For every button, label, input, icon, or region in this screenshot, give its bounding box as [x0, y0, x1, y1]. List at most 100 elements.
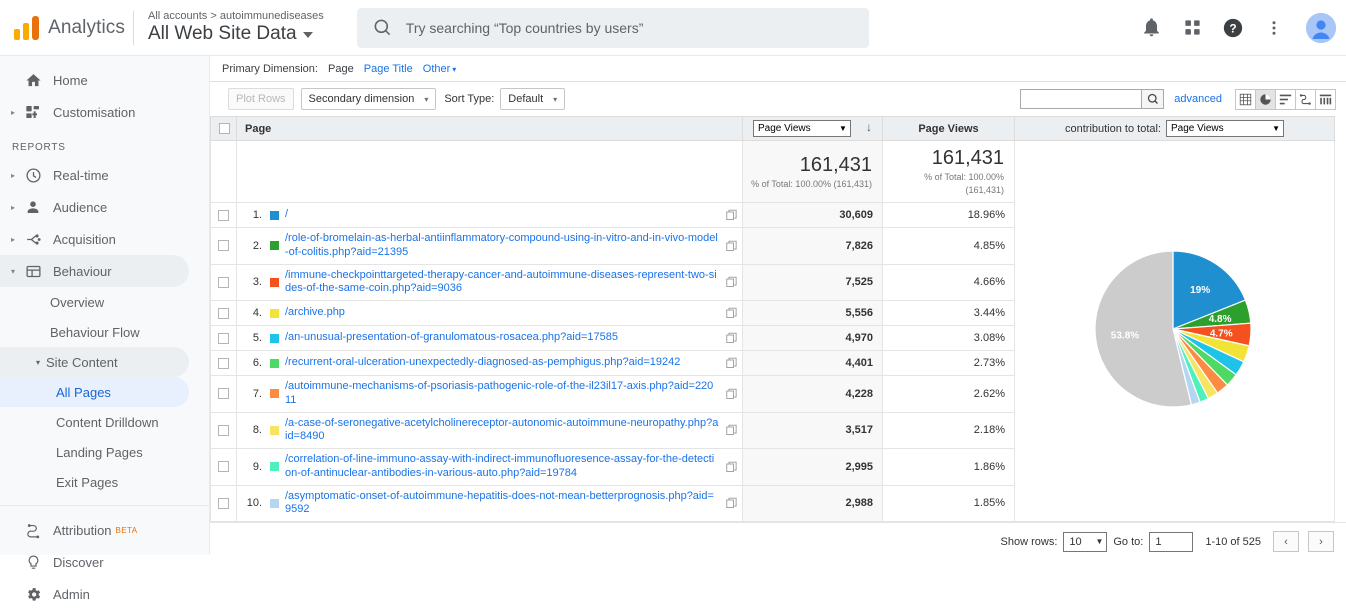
row-checkbox[interactable]	[218, 497, 229, 509]
sidebar-item-all-pages[interactable]: All Pages	[0, 377, 189, 407]
gear-icon	[20, 586, 46, 603]
page-url-link[interactable]: /role-of-bromelain-as-herbal-antiinflamm…	[285, 232, 723, 260]
sort-type-button[interactable]: Default ▾	[500, 88, 566, 110]
chevron-down-icon: ▾	[10, 266, 15, 276]
sidebar-item-content-drilldown[interactable]: Content Drilldown	[0, 407, 189, 437]
totals-subtext: % of Total: 100.00% (161,431)	[751, 178, 872, 189]
goto-page-input[interactable]: 1	[1149, 531, 1194, 552]
sidebar-item-behaviour[interactable]: ▾ Behaviour	[0, 255, 189, 287]
sidebar-item-overview[interactable]: Overview	[0, 287, 189, 317]
open-in-new-window-icon[interactable]	[723, 276, 741, 288]
sidebar-item-behaviour-flow[interactable]: Behaviour Flow	[0, 317, 189, 347]
show-rows-select[interactable]: 10 ▼	[1063, 531, 1108, 552]
views-cell: 7,525	[742, 263, 883, 301]
primary-dimension-page[interactable]: Page	[328, 63, 354, 75]
open-in-new-window-icon[interactable]	[723, 240, 741, 252]
contribution-dropdown[interactable]: Page Views ▼	[1166, 120, 1284, 137]
sidebar-item-exit-pages[interactable]: Exit Pages	[0, 467, 189, 497]
property-title[interactable]: All Web Site Data	[148, 23, 324, 45]
pie-slice-label: 4.8%	[1208, 314, 1231, 325]
page-url-link[interactable]: /an-unusual-presentation-of-granulomatou…	[285, 331, 723, 345]
svg-text:?: ?	[1229, 21, 1236, 35]
pivot-view-icon[interactable]	[1315, 88, 1336, 110]
sidebar-item-acquisition[interactable]: ▸ Acquisition	[0, 223, 189, 255]
logo-area[interactable]: Analytics	[0, 15, 125, 40]
row-checkbox[interactable]	[218, 461, 229, 473]
row-checkbox[interactable]	[218, 307, 229, 319]
sidebar-item-realtime[interactable]: ▸ Real-time	[0, 159, 189, 191]
sidebar-item-label: Discover	[53, 554, 104, 570]
help-icon[interactable]: ?	[1221, 16, 1245, 40]
row-checkbox[interactable]	[218, 276, 229, 288]
sidebar-item-customisation[interactable]: ▸ Customisation	[0, 96, 189, 128]
table-search-button[interactable]	[1142, 89, 1165, 109]
sidebar-item-admin[interactable]: Admin	[0, 578, 189, 610]
chevron-down-icon: ▼	[1272, 124, 1280, 133]
open-in-new-window-icon[interactable]	[723, 461, 741, 473]
open-in-new-window-icon[interactable]	[723, 332, 741, 344]
page-url-link[interactable]: /correlation-of-line-immuno-assay-with-i…	[285, 453, 723, 481]
more-vert-icon[interactable]	[1262, 16, 1286, 40]
page-url-link[interactable]: /a-case-of-seronegative-acetylcholinerec…	[285, 417, 723, 445]
sub-item-label: All Pages	[56, 384, 111, 400]
primary-dimension-page-title[interactable]: Page Title	[364, 63, 413, 75]
row-checkbox-cell	[210, 448, 237, 486]
totals-value2: 161,431	[931, 147, 1004, 169]
account-selector[interactable]: All accounts > autoimmunediseases All We…	[148, 10, 324, 45]
page-url-link[interactable]: /immune-checkpointtargeted-therapy-cance…	[285, 269, 723, 297]
avatar[interactable]	[1306, 12, 1336, 43]
metric-select-dropdown[interactable]: Page Views ▼	[752, 120, 851, 137]
primary-dimension-other[interactable]: Other	[423, 63, 451, 75]
page-url-link[interactable]: /archive.php	[285, 306, 723, 320]
row-checkbox[interactable]	[218, 424, 229, 436]
row-checkbox[interactable]	[218, 388, 229, 400]
row-checkbox[interactable]	[218, 357, 229, 369]
open-in-new-window-icon[interactable]	[723, 307, 741, 319]
row-checkbox[interactable]	[218, 209, 229, 221]
table-search-input[interactable]	[1020, 89, 1143, 109]
sidebar-item-site-content[interactable]: ▾ Site Content	[0, 347, 189, 377]
prev-page-button[interactable]: ‹	[1273, 531, 1299, 552]
sidebar-item-landing-pages[interactable]: Landing Pages	[0, 437, 189, 467]
open-in-new-window-icon[interactable]	[723, 388, 741, 400]
chevron-down-icon	[302, 31, 313, 38]
page-url-link[interactable]: /autoimmune-mechanisms-of-psoriasis-path…	[285, 380, 723, 408]
secondary-dimension-button[interactable]: Secondary dimension ▾	[300, 88, 437, 110]
view-type-buttons	[1235, 88, 1336, 110]
page-url-link[interactable]: /recurrent-oral-ulceration-unexpectedly-…	[285, 356, 723, 370]
page-url-link[interactable]: /	[285, 208, 723, 222]
bell-icon[interactable]	[1139, 16, 1163, 40]
pie-view-icon[interactable]	[1255, 88, 1276, 110]
sidebar-item-audience[interactable]: ▸ Audience	[0, 191, 189, 223]
comparison-view-icon[interactable]	[1295, 88, 1316, 110]
select-all-checkbox[interactable]	[219, 123, 230, 135]
search-input[interactable]: Try searching “Top countries by users”	[356, 7, 869, 48]
open-in-new-window-icon[interactable]	[723, 424, 741, 436]
row-checkbox[interactable]	[218, 332, 229, 344]
chevron-right-icon: ▸	[10, 202, 15, 212]
open-in-new-window-icon[interactable]	[723, 357, 741, 369]
pie-chart[interactable]: 19% 4.8% 4.7% 53.8%	[1015, 184, 1334, 479]
row-rank: 9.	[252, 460, 262, 473]
next-page-button[interactable]: ›	[1308, 531, 1334, 552]
plot-rows-button[interactable]: Plot Rows	[228, 88, 294, 110]
sidebar-item-attribution[interactable]: Attribution BETA	[0, 514, 189, 546]
open-in-new-window-icon[interactable]	[723, 497, 741, 509]
sidebar-item-home[interactable]: Home	[0, 64, 189, 96]
row-checkbox[interactable]	[218, 240, 229, 252]
sort-desc-icon[interactable]: ↓	[866, 120, 872, 134]
chevron-down-icon: ▼	[1095, 537, 1104, 546]
views-cell: 7,826	[742, 227, 883, 265]
table-view-icon[interactable]	[1235, 88, 1256, 110]
sidebar-item-label: Home	[53, 72, 88, 88]
apps-grid-icon[interactable]	[1180, 16, 1204, 40]
sub-item-label: Behaviour Flow	[50, 324, 140, 340]
open-in-new-window-icon[interactable]	[723, 209, 741, 221]
sidebar-item-discover[interactable]: Discover	[0, 546, 189, 578]
page-cell: 1. /	[236, 202, 743, 228]
performance-view-icon[interactable]	[1275, 88, 1296, 110]
page-url-link[interactable]: /asymptomatic-onset-of-autoimmune-hepati…	[285, 490, 723, 518]
percent-cell: 4.66%	[882, 263, 1015, 301]
top-header: Analytics All accounts > autoimmunedisea…	[0, 0, 1346, 56]
advanced-link[interactable]: advanced	[1174, 93, 1222, 105]
